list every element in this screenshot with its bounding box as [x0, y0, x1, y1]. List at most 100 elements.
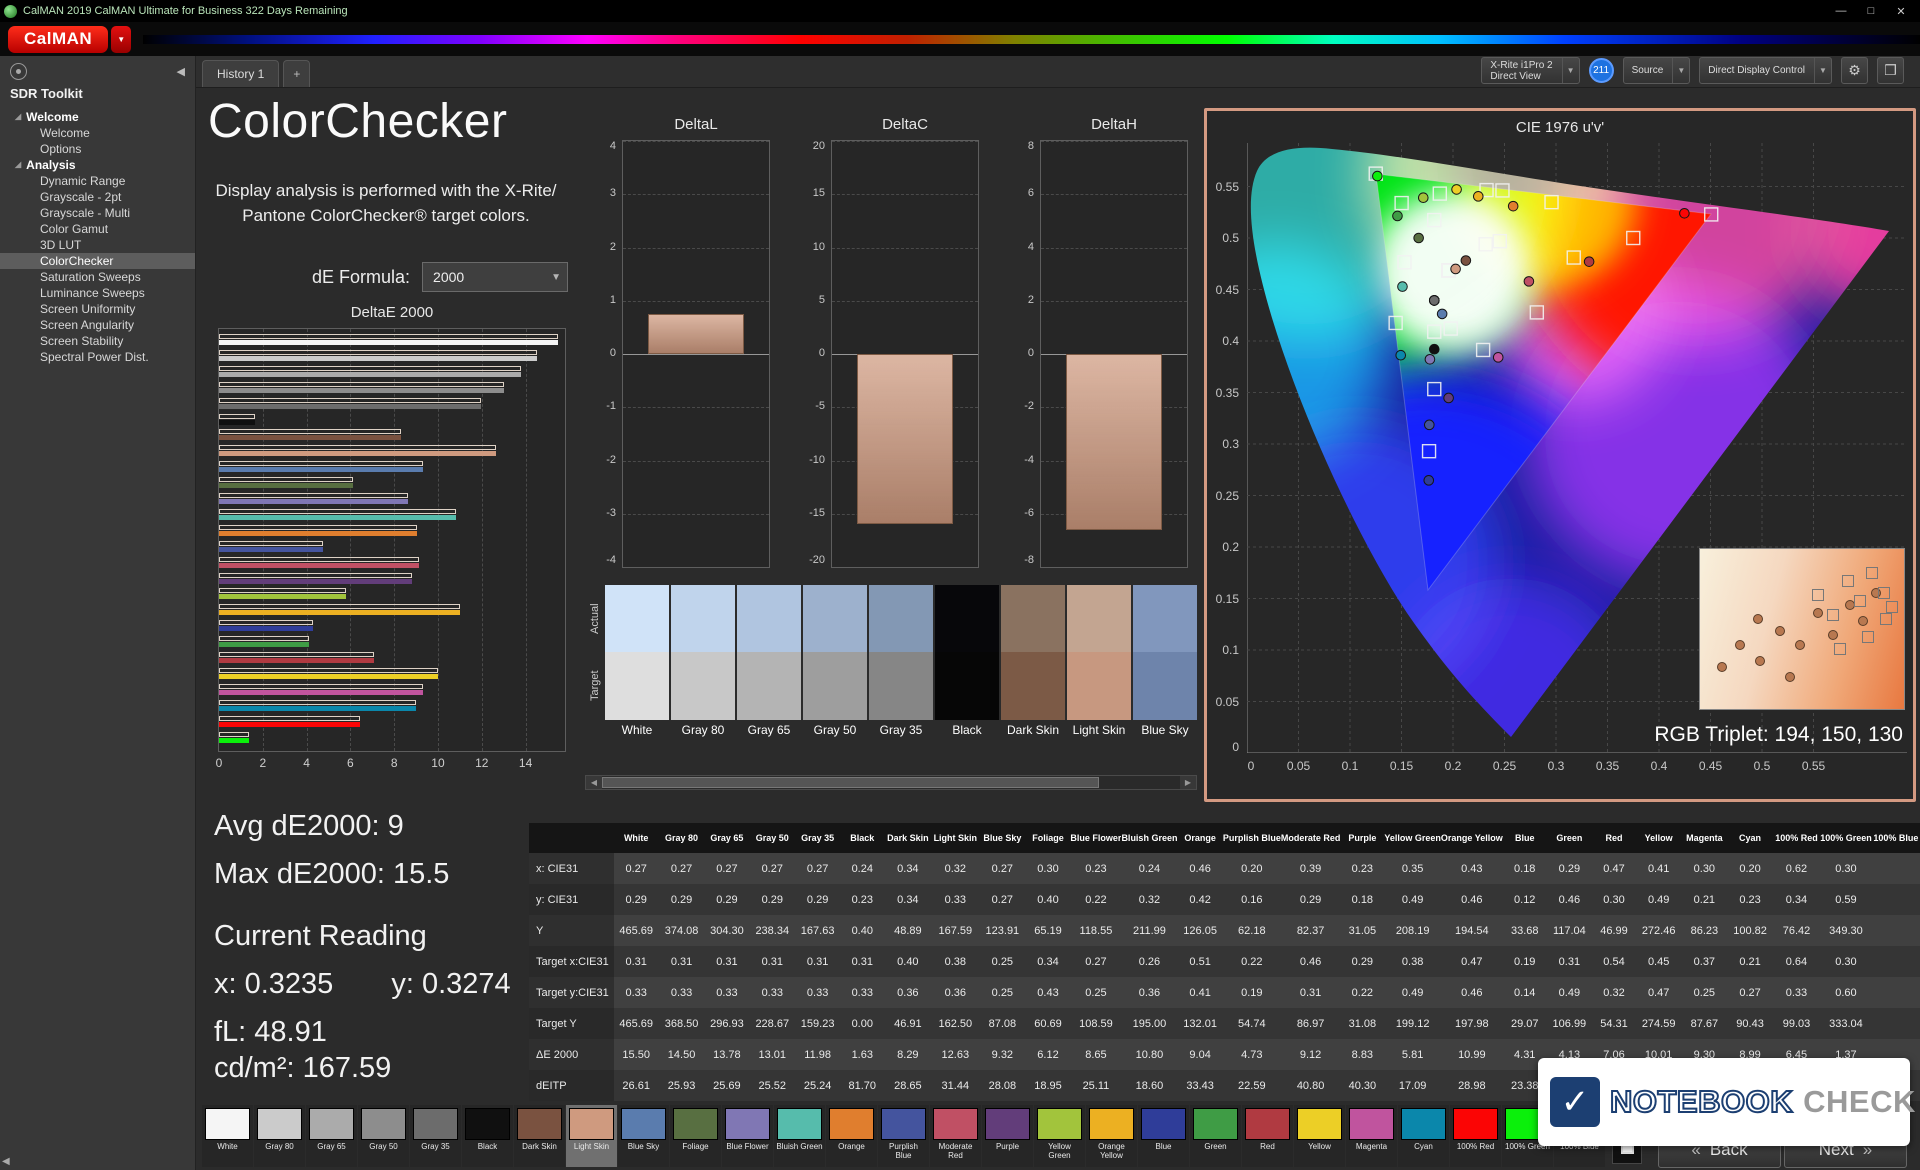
- display-control-dropdown[interactable]: Direct Display Control ▼: [1699, 57, 1832, 84]
- table-cell: 8.83: [1340, 1039, 1384, 1070]
- axis-tick-label: 8: [1028, 140, 1034, 152]
- deltae-bar: [219, 722, 360, 727]
- patch-button-yellow-green[interactable]: Yellow Green: [1034, 1105, 1085, 1167]
- tab-history-1[interactable]: History 1: [202, 60, 279, 87]
- patch-button-magenta[interactable]: Magenta: [1346, 1105, 1397, 1167]
- patch-label: Yellow Green: [1036, 1142, 1083, 1160]
- sidebar-item-color-gamut[interactable]: Color Gamut: [0, 221, 195, 237]
- patch-button-gray-35[interactable]: Gray 35: [410, 1105, 461, 1167]
- table-cell: 0.49: [1384, 977, 1441, 1008]
- table-cell: 117.04: [1547, 915, 1592, 946]
- sidebar-group-welcome[interactable]: ◢Welcome: [0, 109, 195, 125]
- scrollbar-thumb[interactable]: [602, 777, 1099, 788]
- patch-button-blue-sky[interactable]: Blue Sky: [618, 1105, 669, 1167]
- minimize-button[interactable]: —: [1826, 1, 1856, 21]
- sidebar-item-grayscale-2pt[interactable]: Grayscale - 2pt: [0, 189, 195, 205]
- patch-label: Yellow: [1308, 1142, 1331, 1160]
- sidebar-group-analysis[interactable]: ◢Analysis: [0, 157, 195, 173]
- scroll-left-icon[interactable]: ◀: [586, 776, 602, 789]
- sidebar-item-screen-uniformity[interactable]: Screen Uniformity: [0, 301, 195, 317]
- patch-button-green[interactable]: Green: [1190, 1105, 1241, 1167]
- sidebar-item-options[interactable]: Options: [0, 141, 195, 157]
- axis-tick-label: 0.55: [1802, 759, 1825, 773]
- patch-label: Gray 80: [265, 1142, 293, 1160]
- swatch-target: [803, 652, 867, 720]
- patch-button-dark-skin[interactable]: Dark Skin: [514, 1105, 565, 1167]
- patch-button-blue-flower[interactable]: Blue Flower: [722, 1105, 773, 1167]
- sidebar-item-dynamic-range[interactable]: Dynamic Range: [0, 173, 195, 189]
- patch-button-100-red[interactable]: 100% Red: [1450, 1105, 1501, 1167]
- new-tab-button[interactable]: +: [283, 60, 310, 87]
- patch-button-black[interactable]: Black: [462, 1105, 513, 1167]
- patch-button-gray-80[interactable]: Gray 80: [254, 1105, 305, 1167]
- meter-dropdown[interactable]: X-Rite i1Pro 2 Direct View ▼: [1481, 57, 1579, 84]
- chevron-down-icon[interactable]: ▼: [1814, 58, 1831, 83]
- column-header: Green: [1547, 823, 1592, 853]
- sidebar-item-colorchecker[interactable]: ColorChecker: [0, 253, 195, 269]
- axis-tick-label: 0.3: [1548, 759, 1565, 773]
- patch-button-bluish-green[interactable]: Bluish Green: [774, 1105, 825, 1167]
- patch-button-light-skin[interactable]: Light Skin: [566, 1105, 617, 1167]
- patch-button-orange-yellow[interactable]: Orange Yellow: [1086, 1105, 1137, 1167]
- chevron-down-icon[interactable]: ▼: [1672, 58, 1689, 83]
- calman-logo[interactable]: CalMAN: [8, 26, 108, 53]
- cie-measured-point: [1418, 193, 1428, 203]
- patch-label: Black: [478, 1142, 498, 1160]
- axis-tick-label: -10: [809, 454, 825, 466]
- deltae-bar-outline: [219, 334, 558, 339]
- table-cell: 62.18: [1223, 915, 1281, 946]
- patch-button-white[interactable]: White: [202, 1105, 253, 1167]
- table-cell: 0.39: [1281, 853, 1341, 884]
- source-dropdown[interactable]: Source ▼: [1623, 57, 1691, 84]
- axis-tick-label: 0.5: [1222, 231, 1239, 245]
- sidebar-item-saturation-sweeps[interactable]: Saturation Sweeps: [0, 269, 195, 285]
- patch-button-gray-65[interactable]: Gray 65: [306, 1105, 357, 1167]
- deltae-bar: [219, 594, 346, 599]
- scroll-right-icon[interactable]: ▶: [1180, 776, 1196, 789]
- logo-menu-arrow-icon[interactable]: ▼: [111, 26, 131, 53]
- deltae-bar-outline: [219, 477, 353, 482]
- table-cell: 0.41: [1177, 977, 1222, 1008]
- chevron-down-icon[interactable]: ▼: [1562, 58, 1579, 83]
- table-cell: 15.50: [614, 1039, 659, 1070]
- sidebar-scroll-left-icon[interactable]: ◀: [2, 1156, 10, 1167]
- deltae-bar-outline: [219, 350, 537, 355]
- expander-icon[interactable]: ◢: [15, 157, 21, 173]
- sidebar-item-spectral-power-dist[interactable]: Spectral Power Dist.: [0, 349, 195, 365]
- sidebar-item-screen-stability[interactable]: Screen Stability: [0, 333, 195, 349]
- workflow-options-icon[interactable]: [10, 63, 27, 80]
- collapse-sidebar-icon[interactable]: ◀: [177, 65, 185, 78]
- inset-measured-point: [1753, 614, 1763, 624]
- axis-tick-label: 0: [1232, 740, 1239, 754]
- deltae-x-axis: 02468101214: [218, 756, 566, 772]
- sidebar-item-screen-angularity[interactable]: Screen Angularity: [0, 317, 195, 333]
- table-cell: 194.54: [1441, 915, 1503, 946]
- patch-button-gray-50[interactable]: Gray 50: [358, 1105, 409, 1167]
- swatch-scrollbar[interactable]: ◀ ▶: [585, 775, 1197, 790]
- layout-icon[interactable]: ❒: [1877, 57, 1904, 84]
- expander-icon[interactable]: ◢: [15, 109, 21, 125]
- patch-button-foliage[interactable]: Foliage: [670, 1105, 721, 1167]
- patch-button-purplish-blue[interactable]: Purplish Blue: [878, 1105, 929, 1167]
- patch-button-red[interactable]: Red: [1242, 1105, 1293, 1167]
- sidebar-item-grayscale-multi[interactable]: Grayscale - Multi: [0, 205, 195, 221]
- close-button[interactable]: ✕: [1886, 1, 1916, 21]
- inset-measured-point: [1795, 640, 1805, 650]
- gear-icon[interactable]: ⚙: [1841, 57, 1868, 84]
- table-cell: 132.01: [1177, 1008, 1222, 1039]
- patch-button-moderate-red[interactable]: Moderate Red: [930, 1105, 981, 1167]
- patch-button-purple[interactable]: Purple: [982, 1105, 1033, 1167]
- patch-button-cyan[interactable]: Cyan: [1398, 1105, 1449, 1167]
- sidebar-item-welcome[interactable]: Welcome: [0, 125, 195, 141]
- delta-charts: DeltaL 43210-1-2-3-4 DeltaC 20151050-5-1…: [588, 116, 1188, 568]
- maximize-button[interactable]: □: [1856, 1, 1886, 21]
- table-cell: 0.29: [614, 884, 659, 915]
- de-formula-select[interactable]: 2000 ▼: [422, 262, 568, 292]
- patch-button-blue[interactable]: Blue: [1138, 1105, 1189, 1167]
- patch-button-orange[interactable]: Orange: [826, 1105, 877, 1167]
- patch-button-yellow[interactable]: Yellow: [1294, 1105, 1345, 1167]
- table-cell: 0.31: [840, 946, 884, 977]
- sidebar-item-3d-lut[interactable]: 3D LUT: [0, 237, 195, 253]
- sidebar-item-luminance-sweeps[interactable]: Luminance Sweeps: [0, 285, 195, 301]
- cie-measured-point: [1373, 171, 1383, 181]
